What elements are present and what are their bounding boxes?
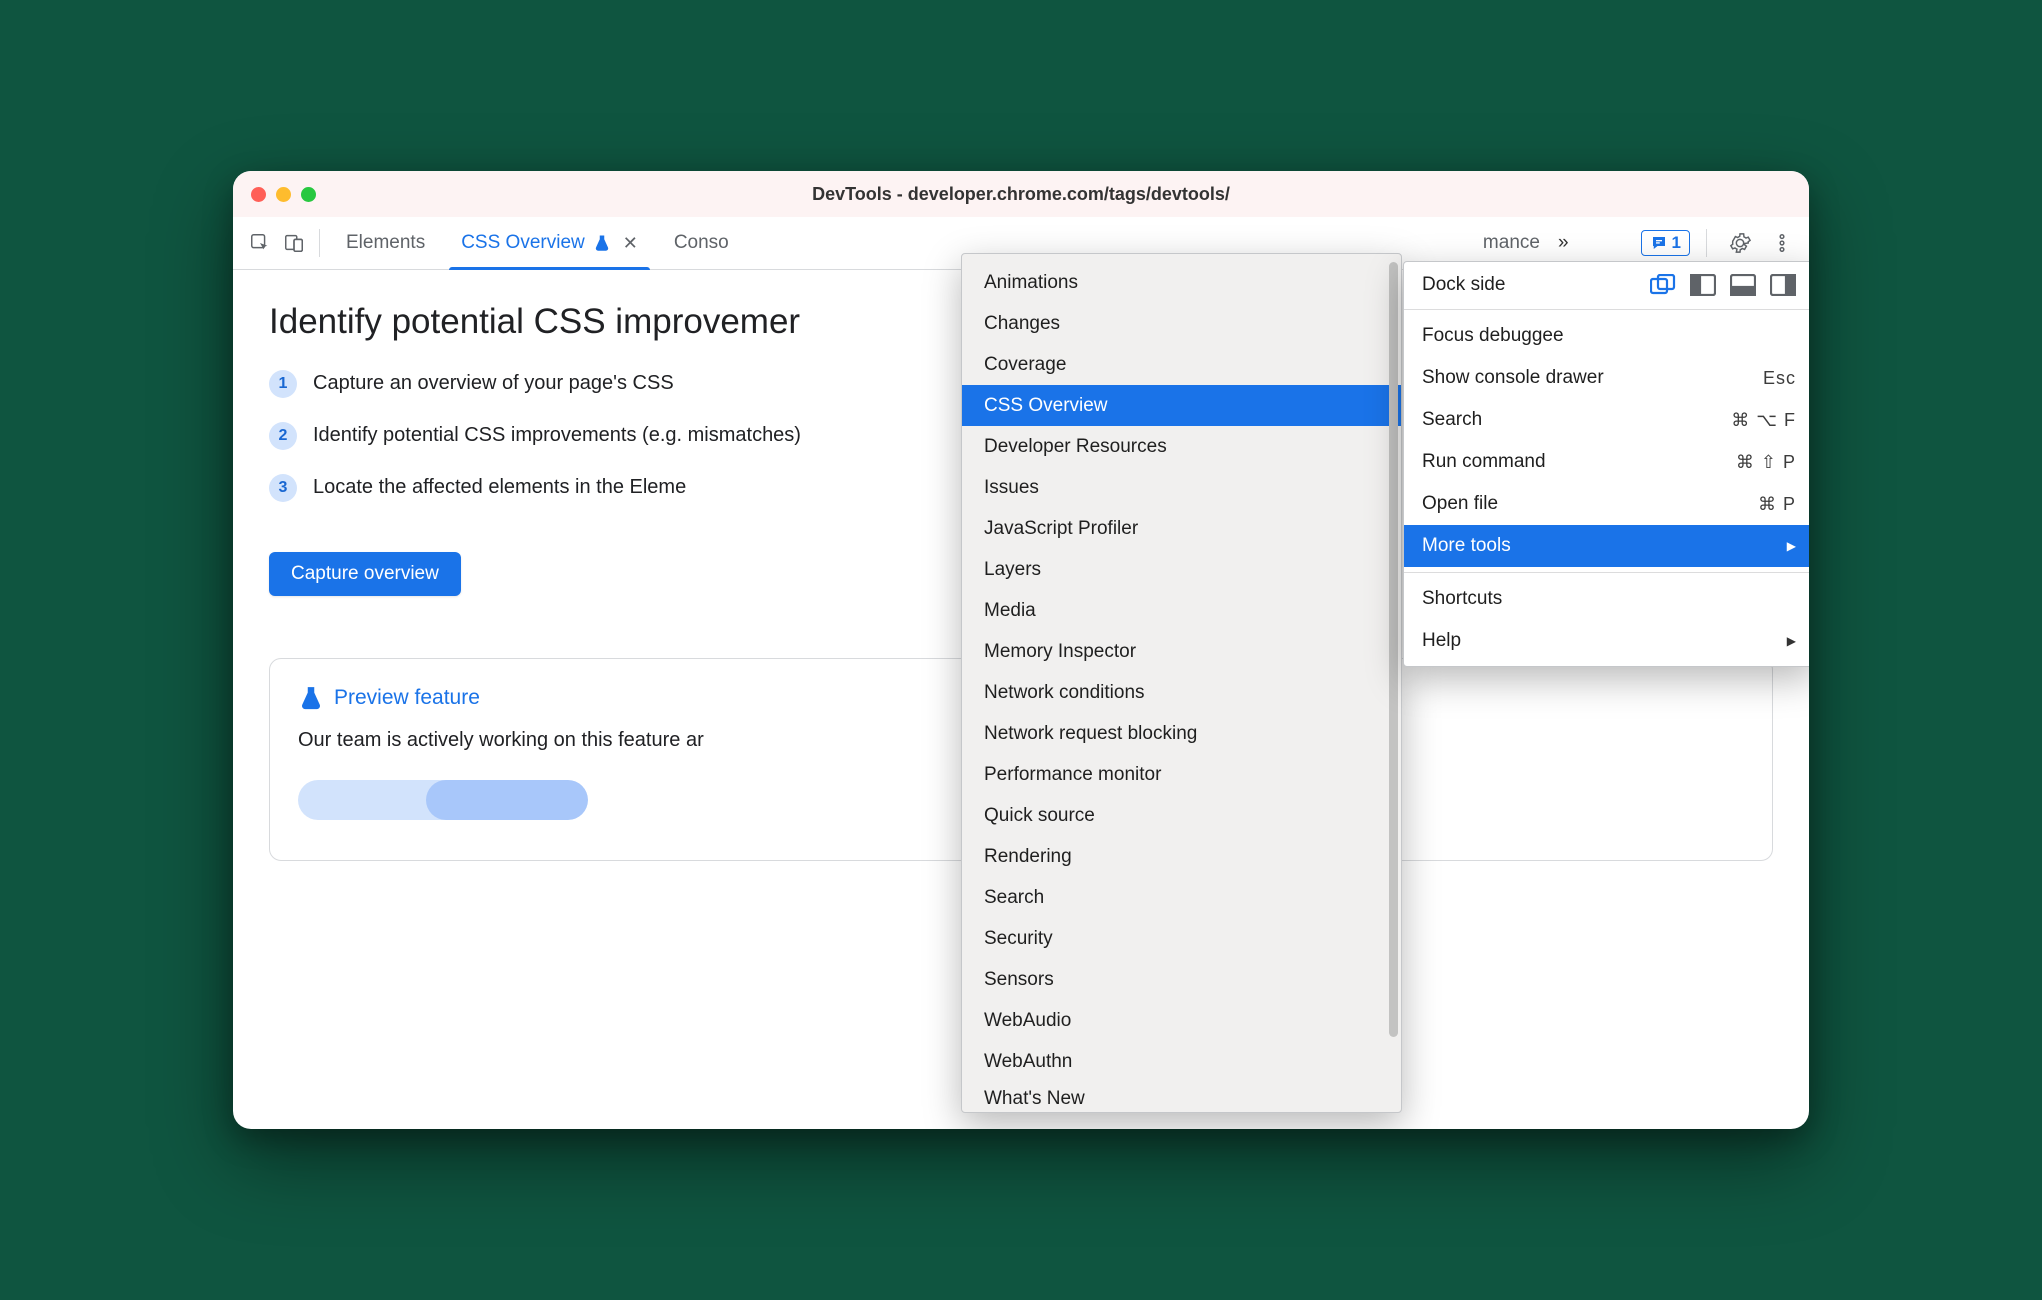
menu-item[interactable]: Show console drawerEsc (1404, 357, 1809, 399)
submenu-item[interactable]: Media (962, 590, 1401, 631)
menu-shortcuts[interactable]: Shortcuts (1404, 578, 1809, 620)
issues-count: 1 (1672, 233, 1681, 253)
step-number: 3 (269, 474, 297, 502)
submenu-item[interactable]: WebAuthn (962, 1041, 1401, 1082)
tab-console[interactable]: Conso (656, 217, 747, 269)
step-text: Capture an overview of your page's CSS (313, 368, 674, 398)
step-text: Locate the affected elements in the Elem… (313, 472, 686, 502)
submenu-item[interactable]: Animations (962, 262, 1401, 303)
toolbar-right: mance » 1 (1483, 226, 1799, 260)
capture-overview-button[interactable]: Capture overview (269, 552, 461, 596)
submenu-item[interactable]: Issues (962, 467, 1401, 508)
dock-undock-icon[interactable] (1650, 274, 1676, 296)
submenu-item[interactable]: Coverage (962, 344, 1401, 385)
titlebar: DevTools - developer.chrome.com/tags/dev… (233, 171, 1809, 217)
menu-item[interactable]: Focus debuggee (1404, 315, 1809, 357)
dock-bottom-icon[interactable] (1730, 274, 1756, 296)
tab-label: Elements (346, 232, 425, 254)
submenu-scrollbar[interactable] (1389, 262, 1398, 1104)
beaker-icon (593, 234, 611, 252)
submenu-item[interactable]: Network conditions (962, 672, 1401, 713)
step-text: Identify potential CSS improvements (e.g… (313, 420, 801, 450)
step-number: 1 (269, 370, 297, 398)
device-toolbar-icon[interactable] (277, 226, 311, 260)
close-tab-icon[interactable]: ✕ (619, 233, 638, 254)
rating-pill-placeholder (298, 780, 588, 820)
devtools-window: DevTools - developer.chrome.com/tags/dev… (233, 171, 1809, 1129)
intro-steps: 1Capture an overview of your page's CSS … (269, 368, 989, 502)
settings-icon[interactable] (1723, 226, 1757, 260)
panel-tabs: Elements CSS Overview ✕ Conso (328, 217, 747, 269)
main-menu[interactable]: Dock side Focus debuggeeShow console dra… (1403, 261, 1809, 667)
submenu-item[interactable]: Quick source (962, 795, 1401, 836)
more-tools-submenu[interactable]: AnimationsChangesCoverageCSS OverviewDev… (961, 253, 1402, 1113)
dock-side-label: Dock side (1422, 274, 1505, 296)
card-title: Preview feature (334, 686, 480, 710)
tabs-overflow-icon[interactable]: » (1548, 232, 1579, 254)
tab-label: Conso (674, 232, 729, 254)
submenu-item[interactable]: Memory Inspector (962, 631, 1401, 672)
submenu-item[interactable]: Network request blocking (962, 713, 1401, 754)
tab-performance-cut[interactable]: mance (1483, 232, 1540, 254)
submenu-item[interactable]: Changes (962, 303, 1401, 344)
step-item: 3 Locate the affected elements in the Ele… (269, 472, 989, 502)
menu-separator (1404, 572, 1809, 573)
dock-right-icon[interactable] (1770, 274, 1796, 296)
submenu-item[interactable]: WebAudio (962, 1000, 1401, 1041)
beaker-icon (298, 685, 324, 711)
menu-item[interactable]: Open file⌘ P (1404, 483, 1809, 525)
tab-css-overview[interactable]: CSS Overview ✕ (443, 217, 656, 269)
submenu-item[interactable]: Security (962, 918, 1401, 959)
submenu-item[interactable]: CSS Overview (962, 385, 1401, 426)
issues-badge[interactable]: 1 (1641, 230, 1690, 256)
menu-more-tools[interactable]: More tools (1404, 525, 1809, 567)
step-item: 1 Capture an overview of your page's CSS (269, 368, 989, 398)
menu-help[interactable]: Help (1404, 620, 1809, 662)
menu-item[interactable]: Run command⌘ ⇧ P (1404, 441, 1809, 483)
tab-elements[interactable]: Elements (328, 217, 443, 269)
toolbar-divider (1706, 229, 1707, 257)
card-text: Our team is actively working on this fea… (298, 729, 704, 751)
submenu-item[interactable]: Performance monitor (962, 754, 1401, 795)
tab-label: CSS Overview (461, 232, 585, 254)
submenu-item-cutoff[interactable]: What's New (962, 1082, 1401, 1110)
menu-item[interactable]: Search⌘ ⌥ F (1404, 399, 1809, 441)
window-title: DevTools - developer.chrome.com/tags/dev… (233, 184, 1809, 205)
submenu-item[interactable]: JavaScript Profiler (962, 508, 1401, 549)
dock-side-row: Dock side (1404, 266, 1809, 304)
submenu-item[interactable]: Developer Resources (962, 426, 1401, 467)
kebab-menu-icon[interactable] (1765, 226, 1799, 260)
chat-icon (1650, 234, 1668, 252)
submenu-item[interactable]: Rendering (962, 836, 1401, 877)
dock-left-icon[interactable] (1690, 274, 1716, 296)
step-number: 2 (269, 422, 297, 450)
submenu-item[interactable]: Layers (962, 549, 1401, 590)
inspect-element-icon[interactable] (243, 226, 277, 260)
submenu-item[interactable]: Sensors (962, 959, 1401, 1000)
menu-separator (1404, 309, 1809, 310)
toolbar-divider (319, 229, 320, 257)
dock-side-options (1650, 274, 1796, 296)
step-item: 2 Identify potential CSS improvements (e.… (269, 420, 989, 450)
submenu-item[interactable]: Search (962, 877, 1401, 918)
